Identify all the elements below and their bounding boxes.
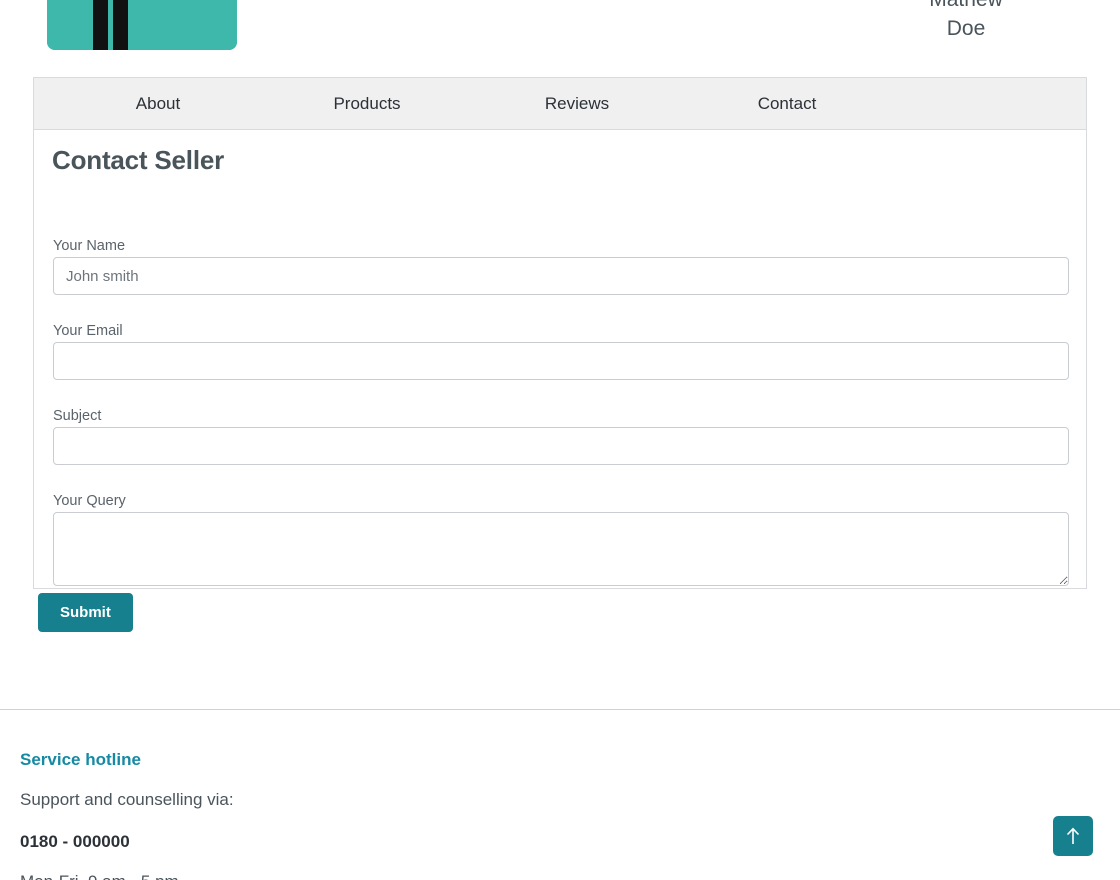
tab-about[interactable]: About xyxy=(94,78,222,130)
label-your-email: Your Email xyxy=(53,323,123,339)
seller-name: Mathew Doe xyxy=(846,0,1086,43)
scroll-to-top-button[interactable] xyxy=(1053,816,1093,856)
tab-reviews[interactable]: Reviews xyxy=(514,78,640,130)
seller-content-card: About Products Reviews Contact Contact S… xyxy=(33,77,1087,632)
label-your-name: Your Name xyxy=(53,238,126,254)
your-name-input[interactable] xyxy=(53,257,1069,295)
arrow-up-icon xyxy=(1066,827,1080,844)
tab-bar: About Products Reviews Contact xyxy=(34,78,1086,130)
tab-products[interactable]: Products xyxy=(302,78,432,130)
your-email-input[interactable] xyxy=(53,342,1069,380)
your-query-textarea[interactable] xyxy=(53,512,1069,586)
seller-name-line2: Doe xyxy=(946,17,986,40)
tab-contact[interactable]: Contact xyxy=(724,78,850,130)
avatar-person-illustration xyxy=(47,0,237,50)
submit-button[interactable]: Submit xyxy=(38,593,133,632)
label-subject: Subject xyxy=(53,408,102,424)
footer-phone-number: 0180 - 000000 xyxy=(20,832,130,851)
seller-header: Mathew Doe xyxy=(0,0,1120,78)
footer-opening-hours: Mon-Fri, 9 am - 5 pm xyxy=(20,872,540,880)
footer-divider xyxy=(0,709,1120,710)
page-title: Contact Seller xyxy=(52,145,225,175)
footer-support-text: Support and counselling via: xyxy=(20,790,234,809)
footer-service-hotline-heading: Service hotline xyxy=(20,750,141,769)
seller-name-line1: Mathew xyxy=(846,0,1086,14)
subject-input[interactable] xyxy=(53,427,1069,465)
label-your-query: Your Query xyxy=(53,493,126,509)
footer: Service hotline Support and counselling … xyxy=(20,750,540,880)
page-root: Mathew Doe About Products Reviews Contac… xyxy=(0,0,1120,880)
seller-avatar xyxy=(47,0,237,50)
